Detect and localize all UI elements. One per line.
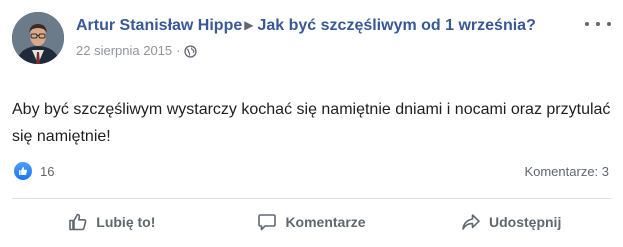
facebook-post: Artur Stanisław Hippe ▶ Jak być szczęśliwy…: [0, 0, 623, 247]
share-label: Udostępnij: [489, 214, 562, 230]
comment-label: Komentarze: [285, 214, 366, 230]
share-button[interactable]: Udostępnij: [411, 202, 611, 242]
author-avatar[interactable]: [12, 12, 64, 64]
post-body-text: Aby być szczęśliwym wystarczy kochać się…: [12, 101, 611, 145]
comment-icon: [258, 214, 277, 231]
reactions-summary[interactable]: 16: [14, 162, 54, 180]
globe-icon[interactable]: [184, 44, 198, 58]
likes-count: 16: [40, 163, 55, 179]
triangle-right-icon: ▶: [244, 18, 254, 32]
comment-button[interactable]: Komentarze: [212, 202, 412, 242]
comments-count-link[interactable]: Komentarze: 3: [524, 164, 609, 179]
author-name-link[interactable]: Artur Stanisław Hippe: [76, 17, 242, 34]
divider: [12, 198, 611, 199]
thumbs-up-badge-icon: [14, 162, 32, 180]
more-options-button[interactable]: [585, 15, 611, 33]
event-title-link[interactable]: Jak być szczęśliwym od 1 września?: [257, 17, 535, 34]
post-date-link[interactable]: 22 sierpnia 2015: [76, 43, 172, 59]
meta-separator: ·: [176, 43, 181, 58]
like-label: Lubię to!: [96, 214, 156, 230]
thumbs-up-icon: [69, 213, 87, 231]
post-actions: Lubię to! Komentarze Udostępnij: [12, 202, 611, 242]
post-meta: 22 sierpnia 2015 ·: [76, 43, 546, 59]
share-icon: [462, 214, 480, 230]
post-header: Artur Stanisław Hippe ▶ Jak być szczęśliwy…: [76, 14, 546, 59]
more-dot: [596, 22, 600, 26]
more-dot: [585, 22, 589, 26]
post-title: Artur Stanisław Hippe ▶ Jak być szczęśliwy…: [76, 14, 546, 37]
more-dot: [607, 22, 611, 26]
like-button[interactable]: Lubię to!: [12, 202, 212, 242]
